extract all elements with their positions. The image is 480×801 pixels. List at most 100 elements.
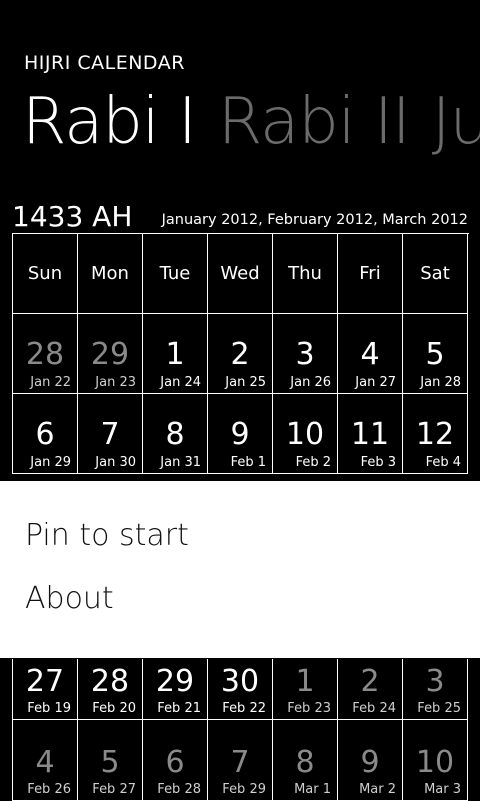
gregorian-date: Feb 28: [157, 782, 201, 797]
app-title: HIJRI CALENDAR: [24, 52, 185, 74]
day-cell[interactable]: 29 Feb 21: [143, 659, 208, 720]
day-cell[interactable]: 3 Jan 26: [273, 314, 338, 394]
day-cell[interactable]: 5 Feb 27: [78, 720, 143, 801]
gregorian-date: Jan 24: [160, 375, 201, 390]
hijri-day-number: 8: [295, 745, 315, 780]
day-cell[interactable]: 28 Jan 22: [13, 314, 78, 394]
gregorian-date: Feb 1: [230, 455, 266, 470]
gregorian-date: Feb 29: [222, 782, 266, 797]
day-cell[interactable]: 3 Feb 25: [403, 659, 468, 720]
hijri-day-number: 28: [90, 664, 130, 699]
gregorian-date: Feb 20: [92, 701, 136, 716]
hijri-day-number: 3: [295, 337, 315, 372]
day-cell[interactable]: 4 Feb 26: [13, 720, 78, 801]
hijri-day-number: 28: [25, 337, 65, 372]
gregorian-date: Feb 25: [417, 701, 461, 716]
day-cell[interactable]: 8 Jan 31: [143, 394, 208, 474]
weekday-header: Fri: [338, 234, 403, 314]
gregorian-date: Jan 31: [160, 455, 201, 470]
menu-item-about[interactable]: About: [25, 581, 114, 616]
day-cell[interactable]: 29 Jan 23: [78, 314, 143, 394]
weekday-header: Sun: [13, 234, 78, 314]
weekday-header: Sat: [403, 234, 468, 314]
hijri-day-number: 6: [35, 417, 55, 452]
hijri-day-number: 10: [285, 417, 325, 452]
day-cell[interactable]: 11 Feb 3: [338, 394, 403, 474]
day-cell[interactable]: 28 Feb 20: [78, 659, 143, 720]
day-cell[interactable]: 2 Jan 25: [208, 314, 273, 394]
gregorian-date: Feb 4: [425, 455, 461, 470]
gregorian-date: Jan 22: [30, 375, 71, 390]
weekday-header: Tue: [143, 234, 208, 314]
pivot-item-ju[interactable]: Ju: [432, 85, 480, 159]
pivot-item-rabi-ii[interactable]: Rabi II: [218, 85, 411, 159]
day-cell[interactable]: 6 Jan 29: [13, 394, 78, 474]
weekday-header: Mon: [78, 234, 143, 314]
day-cell[interactable]: 9 Feb 1: [208, 394, 273, 474]
hijri-day-number: 29: [155, 664, 195, 699]
hijri-day-number: 2: [360, 664, 380, 699]
day-cell[interactable]: 10 Feb 2: [273, 394, 338, 474]
gregorian-date: Feb 3: [360, 455, 396, 470]
hijri-day-number: 7: [100, 417, 120, 452]
day-cell[interactable]: 10 Mar 3: [403, 720, 468, 801]
day-cell[interactable]: 1 Feb 23: [273, 659, 338, 720]
hijri-year: 1433 AH: [12, 200, 133, 233]
gregorian-date: Mar 3: [424, 782, 461, 797]
gregorian-date: Jan 30: [95, 455, 136, 470]
gregorian-date: Feb 27: [92, 782, 136, 797]
day-cell[interactable]: 1 Jan 24: [143, 314, 208, 394]
hijri-day-number: 30: [220, 664, 260, 699]
day-cell[interactable]: 9 Mar 2: [338, 720, 403, 801]
gregorian-date: Mar 2: [359, 782, 396, 797]
gregorian-date: Feb 19: [27, 701, 71, 716]
day-cell[interactable]: 30 Feb 22: [208, 659, 273, 720]
gregorian-date: Jan 28: [420, 375, 461, 390]
gregorian-date: Jan 27: [355, 375, 396, 390]
calendar-grid-lower: 27 Feb 19 28 Feb 20 29 Feb 21 30 Feb 22 1 Feb 23 2…: [12, 659, 469, 801]
gregorian-date: Feb 2: [295, 455, 331, 470]
hijri-day-number: 4: [35, 745, 55, 780]
weekday-header: Thu: [273, 234, 338, 314]
hijri-day-number: 7: [230, 745, 250, 780]
day-cell[interactable]: 2 Feb 24: [338, 659, 403, 720]
day-cell[interactable]: 5 Jan 28: [403, 314, 468, 394]
day-cell[interactable]: 27 Feb 19: [13, 659, 78, 720]
hijri-day-number: 27: [25, 664, 65, 699]
gregorian-date: Feb 23: [287, 701, 331, 716]
hijri-day-number: 10: [415, 745, 455, 780]
menu-item-pin-to-start[interactable]: Pin to start: [25, 518, 189, 553]
hijri-day-number: 2: [230, 337, 250, 372]
gregorian-date: Feb 22: [222, 701, 266, 716]
hijri-day-number: 29: [90, 337, 130, 372]
day-cell[interactable]: 6 Feb 28: [143, 720, 208, 801]
gregorian-date: Mar 1: [294, 782, 331, 797]
hijri-day-number: 1: [165, 337, 185, 372]
hijri-day-number: 5: [425, 337, 445, 372]
gregorian-date: Jan 23: [95, 375, 136, 390]
hijri-day-number: 4: [360, 337, 380, 372]
gregorian-date: Feb 26: [27, 782, 71, 797]
hijri-day-number: 3: [425, 664, 445, 699]
gregorian-date: Feb 24: [352, 701, 396, 716]
hijri-day-number: 1: [295, 664, 315, 699]
gregorian-date: Jan 25: [225, 375, 266, 390]
hijri-day-number: 9: [360, 745, 380, 780]
gregorian-months: January 2012, February 2012, March 2012: [161, 212, 468, 228]
hijri-day-number: 8: [165, 417, 185, 452]
gregorian-date: Jan 26: [290, 375, 331, 390]
calendar-grid: Sun Mon Tue Wed Thu Fri Sat 28 Jan 22 29 Jan 23 1 Ja…: [12, 233, 469, 474]
pivot-header: Rabi I Rabi II Ju: [22, 80, 480, 164]
hijri-day-number: 5: [100, 745, 120, 780]
day-cell[interactable]: 12 Feb 4: [403, 394, 468, 474]
hijri-day-number: 6: [165, 745, 185, 780]
day-cell[interactable]: 8 Mar 1: [273, 720, 338, 801]
day-cell[interactable]: 7 Feb 29: [208, 720, 273, 801]
app-bar-menu: Pin to start About: [0, 481, 480, 658]
hijri-day-number: 12: [415, 417, 455, 452]
day-cell[interactable]: 7 Jan 30: [78, 394, 143, 474]
day-cell[interactable]: 4 Jan 27: [338, 314, 403, 394]
hijri-day-number: 9: [230, 417, 250, 452]
pivot-item-rabi-i[interactable]: Rabi I: [22, 85, 197, 159]
hijri-day-number: 11: [350, 417, 390, 452]
